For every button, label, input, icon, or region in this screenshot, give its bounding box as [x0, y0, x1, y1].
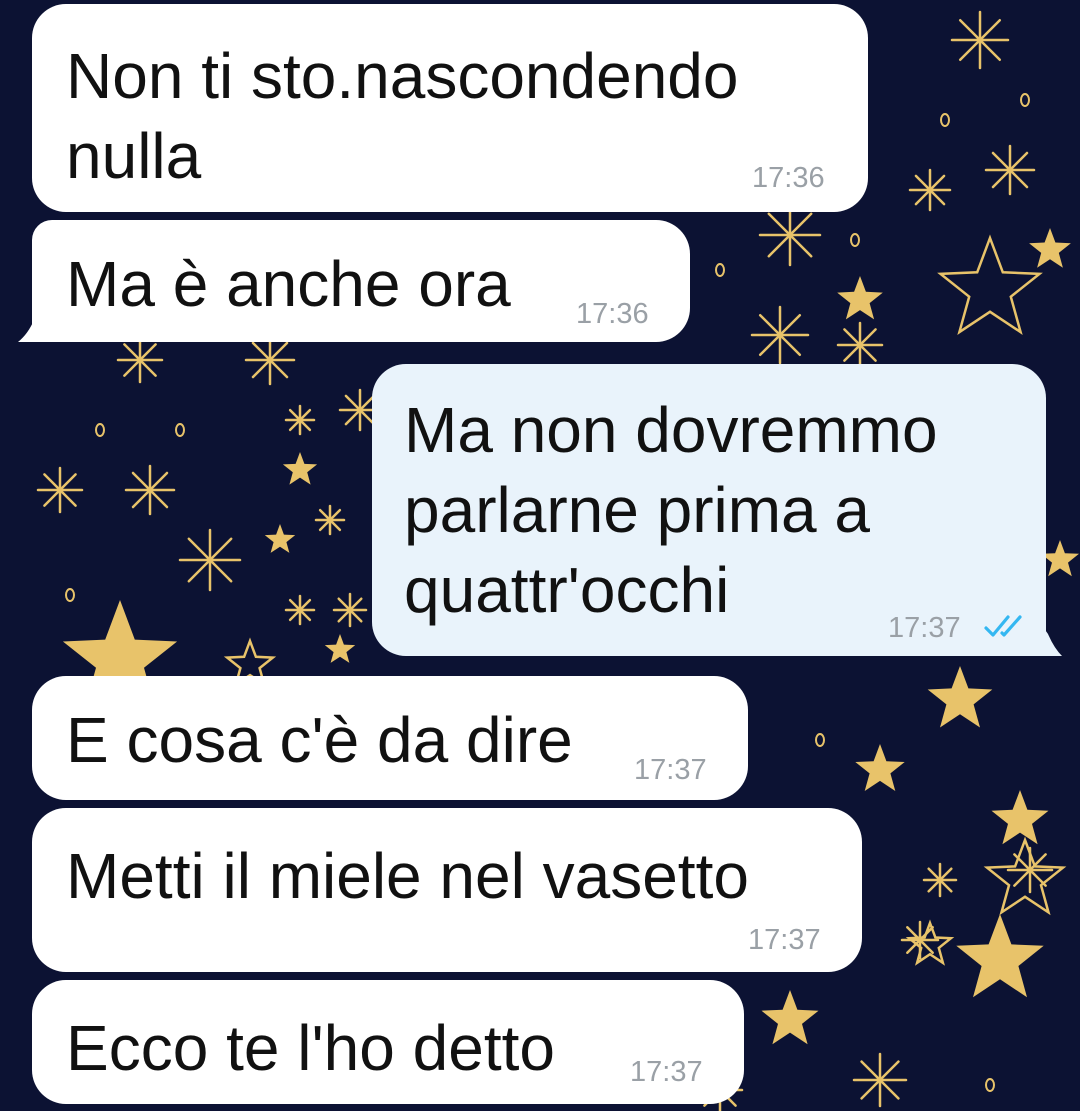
message-timestamp: 17:36: [752, 162, 825, 194]
wallpaper-star: [1041, 540, 1079, 577]
wallpaper-sparkle: [836, 321, 884, 369]
wallpaper-sparkle: [36, 466, 84, 514]
wallpaper-sparkle: [284, 404, 316, 436]
wallpaper-star: [264, 524, 296, 553]
message-text: Metti il miele nel vasetto: [66, 840, 749, 912]
message-timestamp: 17:37: [630, 1056, 703, 1088]
message-text: Ma è anche ora: [66, 248, 511, 320]
wallpaper-star-outline: [937, 234, 1043, 335]
wallpaper-dot: [1020, 93, 1030, 107]
wallpaper-sparkle: [332, 592, 368, 628]
wallpaper-dot: [815, 733, 825, 747]
wallpaper-star: [837, 276, 883, 320]
message-text: Ma non dovremmo parlarne prima a quattr'…: [404, 394, 938, 626]
incoming-message-bubble[interactable]: E cosa c'è da dire 17:37: [32, 676, 748, 800]
message-text: Ecco te l'ho detto: [66, 1012, 555, 1084]
wallpaper-star: [324, 634, 356, 663]
wallpaper-dot: [985, 1078, 995, 1092]
incoming-message-bubble[interactable]: Ma è anche ora 17:36: [32, 220, 690, 342]
wallpaper-star: [927, 666, 993, 728]
wallpaper-sparkle: [922, 862, 958, 898]
wallpaper-star: [761, 990, 819, 1045]
bubble-tail: [1034, 614, 1062, 656]
wallpaper-sparkle: [178, 528, 242, 592]
wallpaper-sparkle: [900, 920, 940, 960]
message-timestamp: 17:37: [888, 612, 961, 644]
wallpaper-sparkle: [984, 144, 1036, 196]
wallpaper-dot: [65, 588, 75, 602]
wallpaper-dot: [175, 423, 185, 437]
bubble-tail: [18, 300, 54, 342]
incoming-message-bubble[interactable]: Metti il miele nel vasetto 17:37: [32, 808, 862, 972]
message-text: E cosa c'è da dire: [66, 704, 573, 776]
message-timestamp: 17:37: [748, 924, 821, 956]
incoming-message-bubble[interactable]: Ecco te l'ho detto 17:37: [32, 980, 744, 1104]
wallpaper-dot: [95, 423, 105, 437]
wallpaper-dot: [940, 113, 950, 127]
message-timestamp: 17:36: [576, 298, 649, 330]
wallpaper-star: [282, 452, 318, 485]
wallpaper-star: [991, 790, 1049, 845]
double-check-icon: [984, 615, 1022, 637]
wallpaper-sparkle: [1006, 846, 1054, 894]
wallpaper-sparkle: [314, 504, 346, 536]
wallpaper-sparkle: [284, 594, 316, 626]
wallpaper-star: [1029, 228, 1071, 268]
message-text: Non ti sto.nascondendo nulla: [66, 40, 739, 192]
wallpaper-sparkle: [758, 203, 822, 267]
incoming-message-bubble[interactable]: Non ti sto.nascondendo nulla 17:36: [32, 4, 868, 212]
wallpaper-dot: [715, 263, 725, 277]
wallpaper-sparkle: [908, 168, 952, 212]
outgoing-message-bubble[interactable]: Ma non dovremmo parlarne prima a quattr'…: [372, 364, 1046, 656]
wallpaper-sparkle: [124, 464, 176, 516]
message-timestamp: 17:37: [634, 754, 707, 786]
wallpaper-sparkle: [852, 1052, 908, 1108]
wallpaper-sparkle: [116, 336, 164, 384]
wallpaper-star: [956, 914, 1044, 998]
wallpaper-sparkle: [950, 10, 1010, 70]
wallpaper-star: [855, 744, 905, 791]
wallpaper-sparkle: [750, 305, 810, 365]
wallpaper-dot: [850, 233, 860, 247]
wallpaper-sparkle: [244, 334, 296, 386]
